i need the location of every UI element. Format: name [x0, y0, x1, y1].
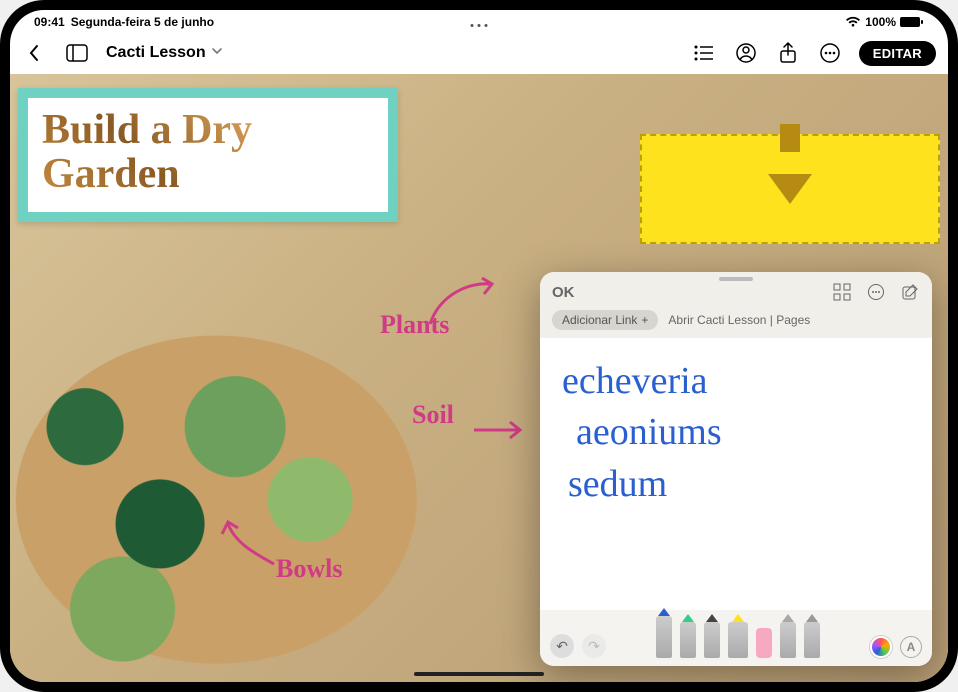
document-canvas[interactable]: Build a Dry Garden Plants Soil Bowls: [10, 74, 948, 682]
sidebar-toggle-icon[interactable]: [64, 40, 90, 66]
note-line: echeveria: [562, 356, 910, 407]
app-toolbar: Cacti Lesson EDITA: [10, 32, 948, 74]
yellow-drop-target[interactable]: [640, 134, 940, 244]
status-time: 09:41: [34, 15, 65, 29]
fineliner-tool[interactable]: [704, 622, 720, 658]
status-date: Segunda-feira 5 de junho: [71, 15, 214, 29]
back-icon[interactable]: [22, 40, 48, 66]
chevron-down-icon: [210, 44, 224, 63]
edit-button[interactable]: EDITAR: [859, 41, 936, 66]
annotation-soil: Soil: [412, 400, 454, 430]
note-grid-icon[interactable]: [832, 282, 852, 302]
redo-button[interactable]: ↷: [582, 634, 606, 658]
note-ok-button[interactable]: OK: [552, 284, 575, 301]
annotation-plants: Plants: [380, 310, 449, 340]
note-drag-handle[interactable]: [719, 277, 753, 281]
lasso-tool[interactable]: [780, 622, 796, 658]
pencil-tool[interactable]: [680, 622, 696, 658]
battery-icon: [900, 16, 924, 28]
color-picker[interactable]: [870, 636, 892, 658]
multitask-dots[interactable]: [471, 24, 488, 27]
title-card[interactable]: Build a Dry Garden: [18, 88, 398, 222]
more-icon[interactable]: [817, 40, 843, 66]
wifi-icon: [845, 16, 861, 28]
slide-title: Build a Dry Garden: [42, 108, 374, 196]
markup-toolbar: ↶ ↷ A: [540, 610, 932, 666]
note-more-icon[interactable]: [866, 282, 886, 302]
open-source-link[interactable]: Abrir Cacti Lesson | Pages: [668, 313, 810, 327]
document-title[interactable]: Cacti Lesson: [106, 44, 224, 63]
note-body[interactable]: echeveria aeoniums sedum: [540, 338, 932, 610]
add-link-button[interactable]: Adicionar Link +: [552, 310, 658, 330]
plus-icon: +: [641, 313, 648, 327]
note-link-bar: Adicionar Link + Abrir Cacti Lesson | Pa…: [540, 306, 932, 338]
home-indicator[interactable]: [414, 672, 544, 676]
note-compose-icon[interactable]: [900, 282, 920, 302]
eraser-tool[interactable]: [756, 628, 772, 658]
share-icon[interactable]: [775, 40, 801, 66]
document-title-text: Cacti Lesson: [106, 44, 206, 62]
battery-percent: 100%: [865, 15, 896, 29]
screen: 09:41 Segunda-feira 5 de junho 100%: [10, 10, 948, 682]
note-line: sedum: [562, 459, 910, 510]
ipad-frame: 09:41 Segunda-feira 5 de junho 100%: [0, 0, 958, 692]
collaborate-icon[interactable]: [733, 40, 759, 66]
download-arrow-icon: [768, 174, 812, 204]
highlighter-tool[interactable]: [728, 622, 748, 658]
undo-button[interactable]: ↶: [550, 634, 574, 658]
pen-tool[interactable]: [656, 616, 672, 658]
ruler-tool[interactable]: [804, 622, 820, 658]
outline-list-icon[interactable]: [691, 40, 717, 66]
text-tool[interactable]: A: [900, 636, 922, 658]
quick-note-panel[interactable]: OK Adicionar L: [540, 272, 932, 666]
annotation-bowls: Bowls: [276, 554, 342, 584]
download-arrow-stem: [780, 124, 800, 152]
status-bar: 09:41 Segunda-feira 5 de junho 100%: [10, 10, 948, 32]
note-line: aeoniums: [562, 407, 910, 458]
